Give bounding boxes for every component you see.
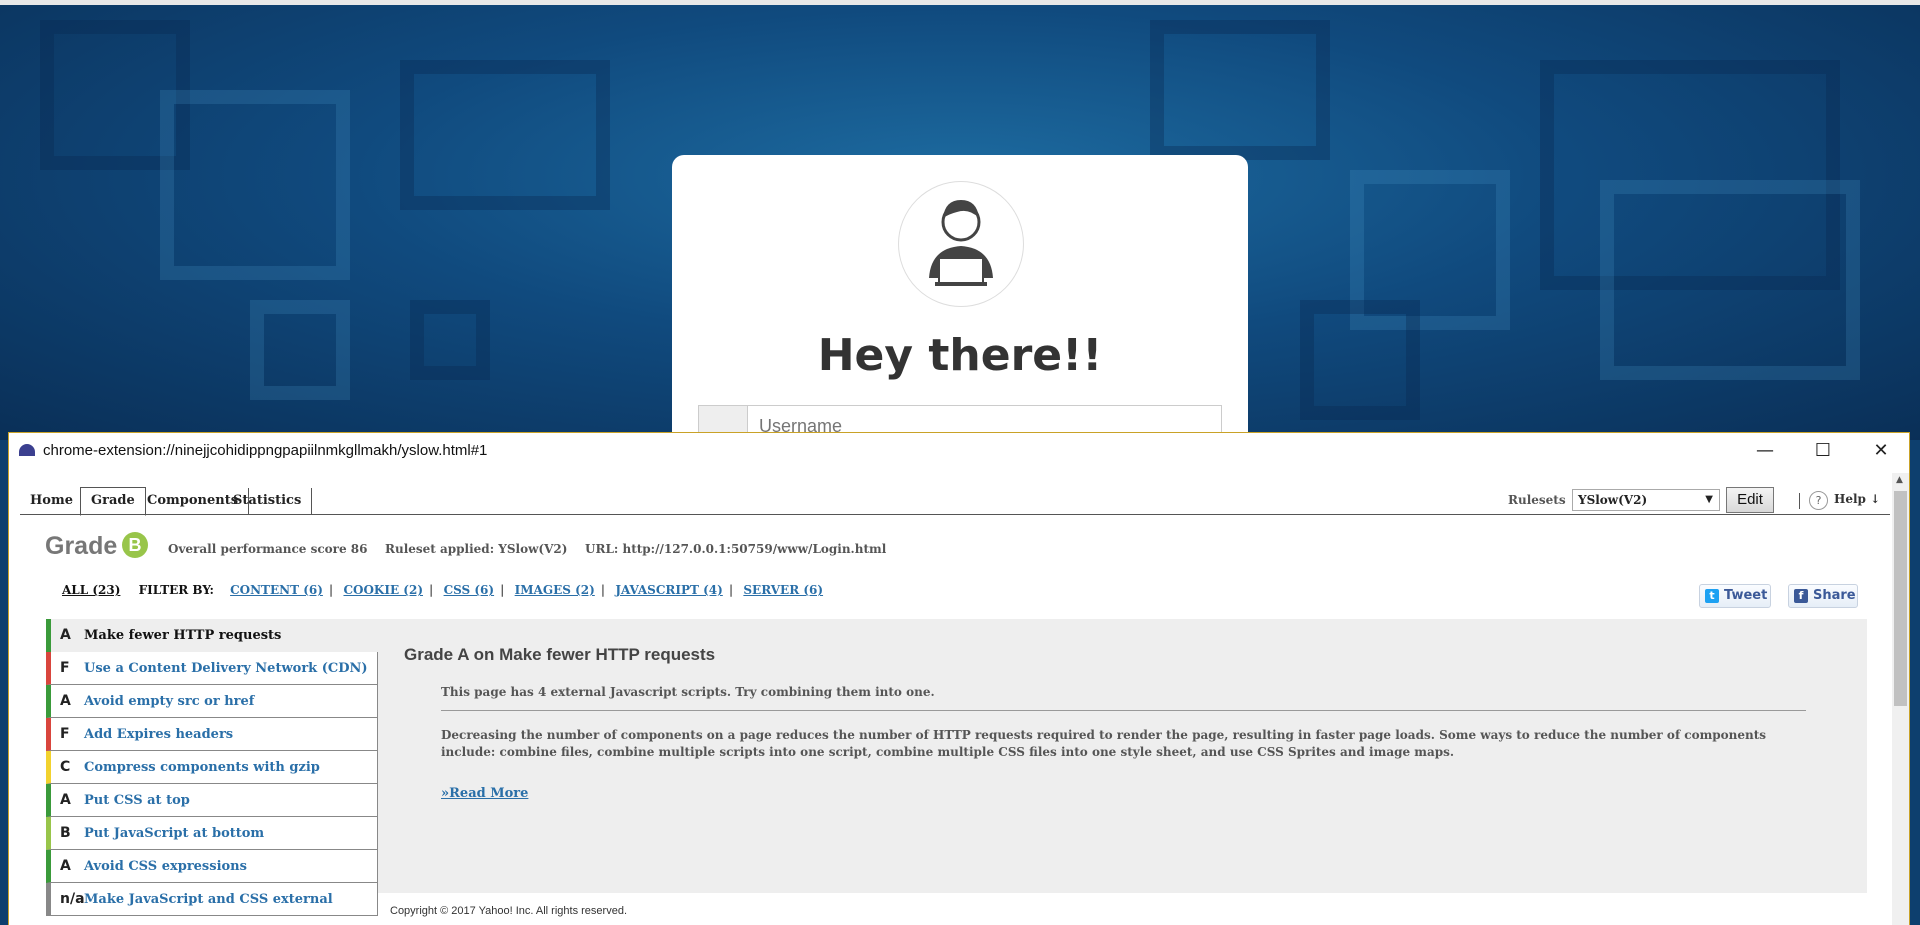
tab-home[interactable]: Home [20,488,84,514]
bg-decor-square [400,60,610,210]
filter-cookie[interactable]: COOKIE (2) [343,583,423,597]
rule-grade: A [60,858,71,874]
rule-item[interactable]: F Add Expires headers [46,718,378,751]
scrollbar-thumb[interactable] [1894,491,1907,706]
rulesets-label: Rulesets [1508,493,1566,507]
tweet-label: Tweet [1724,588,1768,603]
filter-by-label: FILTER BY: [138,583,214,597]
rule-item[interactable]: A Avoid empty src or href [46,685,378,718]
filter-server[interactable]: SERVER (6) [743,583,823,597]
filter-content[interactable]: CONTENT (6) [230,583,323,597]
read-more-link[interactable]: »Read More [441,786,528,801]
rule-grade: A [60,792,71,808]
window-titlebar[interactable]: chrome-extension://ninejjcohidippngpapii… [9,433,1909,469]
window-title: chrome-extension://ninejjcohidippngpapii… [43,442,488,459]
maximize-button[interactable]: ☐ [1794,433,1852,469]
bg-decor-square [250,300,350,400]
rule-grade: F [60,726,70,742]
bg-decor-square [1600,180,1860,380]
vertical-scrollbar[interactable]: ▲ [1892,473,1909,925]
rule-name[interactable]: Put CSS at top [84,793,190,808]
detail-title: Grade A on Make fewer HTTP requests [404,645,716,664]
rule-item[interactable]: A Make fewer HTTP requests [46,619,378,652]
rule-grade: A [60,627,71,643]
share-button[interactable]: f Share [1788,584,1858,608]
filter-images[interactable]: IMAGES (2) [515,583,595,597]
bg-decor-square [1150,20,1330,160]
yslow-popup-window: chrome-extension://ninejjcohidippngpapii… [8,432,1910,925]
dropdown-arrow-icon: ▼ [1705,494,1713,505]
rule-name[interactable]: Use a Content Delivery Network (CDN) [84,661,368,676]
scroll-up-arrow-icon[interactable]: ▲ [1896,475,1903,485]
rule-grade: F [60,660,70,676]
filter-javascript[interactable]: JAVASCRIPT (4) [615,583,722,597]
ruleset-select[interactable]: YSlow(V2) ▼ [1572,489,1720,511]
rule-grade: C [60,759,71,775]
browser-top-edge [0,0,1920,5]
tab-grade[interactable]: Grade [80,487,146,516]
facebook-icon: f [1794,589,1808,603]
rule-grade: A [60,693,71,709]
detail-divider [441,710,1806,711]
detail-description: Decreasing the number of components on a… [441,728,1767,759]
help-separator [1799,493,1800,509]
bg-decor-square [160,90,350,280]
login-heading: Hey there!! [817,330,1103,381]
edit-ruleset-button[interactable]: Edit [1726,487,1774,513]
login-card: Hey there!! [672,155,1248,440]
overall-score: Overall performance score 86 [168,542,368,556]
copyright-text: Copyright © 2017 Yahoo! Inc. All rights … [390,905,627,917]
yslow-app-icon [19,444,35,456]
ruleset-applied: Ruleset applied: YSlow(V2) [385,542,568,556]
detail-message: This page has 4 external Javascript scri… [441,685,935,699]
rule-list: A Make fewer HTTP requests F Use a Content … [46,619,378,916]
filter-all[interactable]: ALL (23) [62,583,120,597]
rule-item[interactable]: A Avoid CSS expressions [46,850,378,883]
rule-item[interactable]: n/a Make JavaScript and CSS external [46,883,378,916]
grade-badge: B [122,532,148,558]
rule-item[interactable]: F Use a Content Delivery Network (CDN) [46,652,378,685]
filter-css[interactable]: CSS (6) [444,583,495,597]
rule-grade: n/a [60,891,85,907]
grade-label: Grade [45,532,118,560]
rule-name[interactable]: Avoid empty src or href [84,694,254,709]
filter-bar: ALL (23) FILTER BY: CONTENT (6) | COOKIE … [62,583,824,597]
rule-item[interactable]: B Put JavaScript at bottom [46,817,378,850]
rule-name[interactable]: Avoid CSS expressions [84,859,247,874]
background-page: Hey there!! [0,0,1920,440]
rule-name[interactable]: Compress components with gzip [84,760,320,775]
tab-statistics[interactable]: Statistics [223,488,313,514]
twitter-icon: t [1705,589,1719,603]
rule-detail-panel: Grade A on Make fewer HTTP requests This… [378,619,1867,893]
minimize-button[interactable]: — [1736,433,1794,469]
rule-name[interactable]: Make JavaScript and CSS external [84,892,333,907]
user-avatar-icon [898,181,1024,307]
rule-name[interactable]: Add Expires headers [84,727,233,742]
rule-item[interactable]: A Put CSS at top [46,784,378,817]
close-button[interactable]: ✕ [1852,433,1909,469]
help-question-icon[interactable]: ? [1809,491,1828,510]
share-label: Share [1813,588,1856,603]
tab-divider [20,514,1890,515]
page-url: URL: http://127.0.0.1:50759/www/Login.ht… [585,542,887,556]
help-link[interactable]: Help ↓ [1834,492,1880,506]
rule-name[interactable]: Make fewer HTTP requests [84,628,281,643]
rule-item[interactable]: C Compress components with gzip [46,751,378,784]
rule-name[interactable]: Put JavaScript at bottom [84,826,264,841]
bg-decor-square [410,300,490,380]
rule-grade: B [60,825,71,841]
ruleset-selected-value: YSlow(V2) [1578,493,1648,507]
tweet-button[interactable]: t Tweet [1699,584,1771,608]
bg-decor-square [1300,300,1420,420]
